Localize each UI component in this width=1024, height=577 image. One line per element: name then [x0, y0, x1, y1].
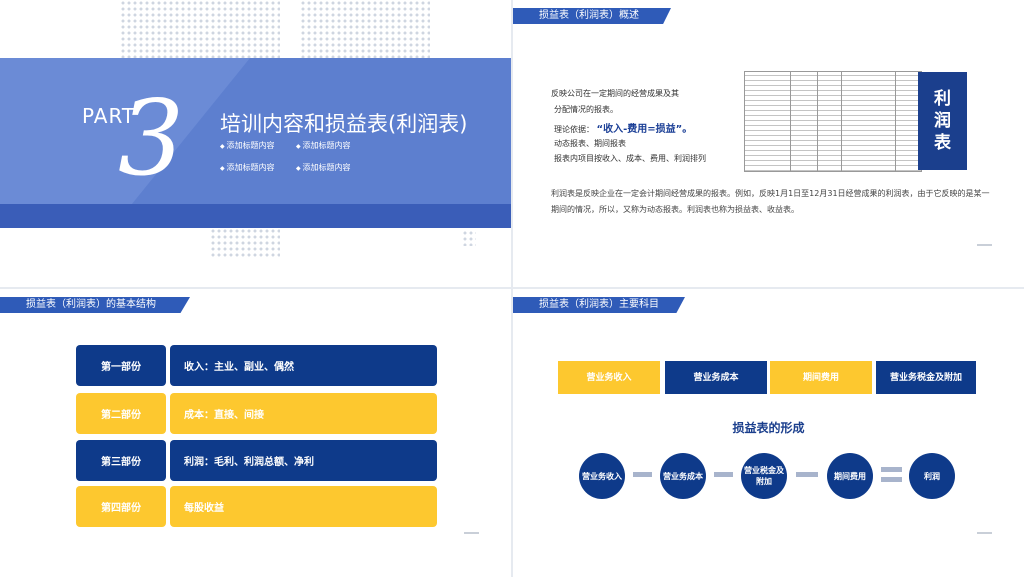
- vertical-title-char: 表: [934, 133, 951, 153]
- section-title: 培训内容和损益表(利润表): [220, 112, 468, 136]
- vertical-title-char: 利: [934, 89, 951, 109]
- account-box-tax: 营业务税金及附加: [876, 361, 976, 394]
- world-map-dots: [210, 228, 280, 258]
- part-label-1: 第一部份: [76, 345, 166, 386]
- overview-paragraph: 利润表是反映企业在一定会计期间经营成果的报表。例如，反映1月1日至12月31日经…: [551, 189, 990, 214]
- part-number: 3: [118, 77, 185, 199]
- world-map-dots: [120, 0, 280, 60]
- part-label-2: 第二部份: [76, 393, 166, 434]
- equals-sign-bottom: [881, 477, 902, 482]
- account-box-revenue: 营业务收入: [558, 361, 660, 394]
- slide-overview[interactable]: 损益表（利润表）概述 反映公司在一定期间的经营成果及其 分配情况的报表。 理论依…: [513, 0, 1024, 287]
- overview-line: 动态报表、期间报表: [554, 139, 626, 148]
- subtitle-item: 添加标题内容: [220, 140, 275, 151]
- flow-circle-tax: 营业税金及附加: [741, 453, 787, 499]
- theory-basis-label: 理论依据：: [554, 125, 594, 134]
- vertical-title-box: 利 润 表: [918, 72, 967, 170]
- minus-sign: [714, 472, 733, 477]
- part-content-3: 利润：毛利、利润总额、净利: [170, 440, 437, 481]
- minus-sign: [796, 472, 818, 477]
- theory-basis: 理论依据： “收入-费用=损益”。: [554, 120, 692, 135]
- vertical-title-char: 润: [934, 111, 951, 131]
- account-box-cost: 营业务成本: [665, 361, 767, 394]
- subtitle-item: 添加标题内容: [296, 162, 351, 173]
- formation-subtitle: 损益表的形成: [732, 421, 805, 435]
- flow-circle-period-expense: 期间费用: [827, 453, 873, 499]
- slide-header: 损益表（利润表）主要科目: [513, 297, 685, 313]
- divider: [977, 532, 992, 534]
- income-statement-thumbnail: [744, 71, 922, 172]
- overview-line: 分配情况的报表。: [554, 105, 618, 114]
- account-box-period-expense: 期间费用: [770, 361, 872, 394]
- flow-circle-profit: 利润: [909, 453, 955, 499]
- slide-part3-cover[interactable]: PART 3 培训内容和损益表(利润表) 添加标题内容 添加标题内容 添加标题内…: [0, 0, 511, 287]
- subtitle-item: 添加标题内容: [220, 162, 275, 173]
- slide-main-accounts[interactable]: 损益表（利润表）主要科目 营业务收入 营业务成本 期间费用 营业务税金及附加 损…: [513, 289, 1024, 577]
- part-content-1: 收入：主业、副业、偶然: [170, 345, 437, 386]
- slide-header: 损益表（利润表）概述: [513, 8, 671, 24]
- part-content-2: 成本：直接、间接: [170, 393, 437, 434]
- overview-line: 反映公司在一定期间的经营成果及其: [551, 89, 679, 98]
- divider: [977, 244, 992, 246]
- subtitle-item: 添加标题内容: [296, 140, 351, 151]
- world-map-dots: [300, 0, 430, 58]
- part-label-3: 第三部份: [76, 440, 166, 481]
- part-content-4: 每股收益: [170, 486, 437, 527]
- equals-sign-top: [881, 467, 902, 472]
- minus-sign: [633, 472, 652, 477]
- title-band-footer: [0, 204, 511, 228]
- slide-header: 损益表（利润表）的基本结构: [0, 297, 190, 313]
- divider: [464, 532, 479, 534]
- overview-line: 报表内项目按收入、成本、费用、利润排列: [554, 154, 706, 163]
- slide-structure[interactable]: 损益表（利润表）的基本结构 第一部份 收入：主业、副业、偶然 第二部份 成本：直…: [0, 289, 511, 577]
- flow-circle-cost: 营业务成本: [660, 453, 706, 499]
- part-label-4: 第四部份: [76, 486, 166, 527]
- flow-circle-revenue: 营业务收入: [579, 453, 625, 499]
- world-map-dots: [462, 230, 476, 246]
- theory-formula: “收入-费用=损益”。: [596, 124, 693, 135]
